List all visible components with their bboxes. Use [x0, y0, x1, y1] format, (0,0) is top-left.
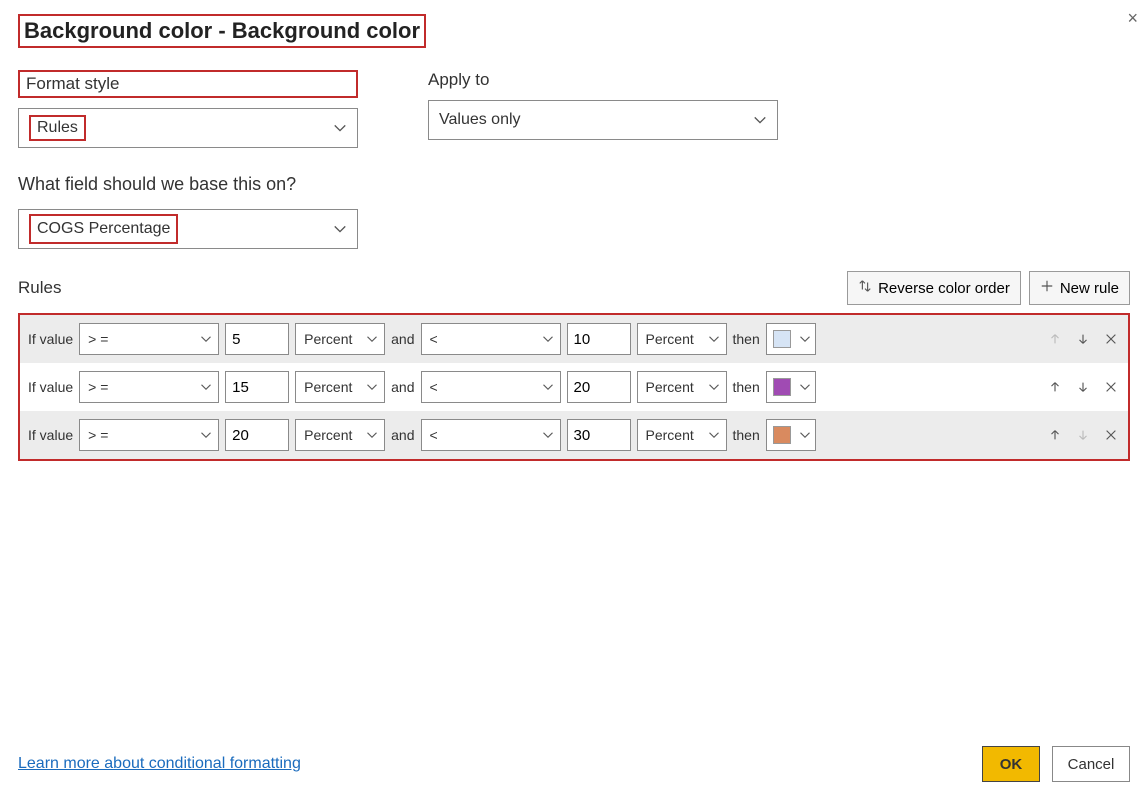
learn-more-link[interactable]: Learn more about conditional formatting [18, 755, 301, 773]
operator2-select[interactable]: < [421, 371, 561, 403]
chevron-down-icon [799, 429, 811, 441]
chevron-down-icon [333, 121, 347, 135]
chevron-down-icon [200, 333, 212, 345]
reverse-color-order-button[interactable]: Reverse color order [847, 271, 1021, 305]
operator2-value: < [430, 379, 438, 395]
color-select[interactable] [766, 419, 816, 451]
dialog-title: Background color - Background color [18, 14, 426, 48]
chevron-down-icon [200, 381, 212, 393]
operator1-value: > = [88, 427, 108, 443]
base-field-label: What field should we base this on? [18, 174, 1130, 195]
move-down-icon [1074, 426, 1092, 444]
then-label: then [733, 331, 760, 347]
format-style-select[interactable]: Rules [18, 108, 358, 148]
and-label: and [391, 427, 414, 443]
then-label: then [733, 427, 760, 443]
operator1-value: > = [88, 379, 108, 395]
rule-row: If value > = Percent and < Percent then [20, 315, 1128, 363]
color-select[interactable] [766, 371, 816, 403]
unit1-value: Percent [304, 379, 352, 395]
move-up-icon[interactable] [1046, 426, 1064, 444]
swap-icon [858, 279, 872, 297]
unit1-value: Percent [304, 331, 352, 347]
chevron-down-icon [708, 381, 720, 393]
value1-input[interactable] [225, 371, 289, 403]
delete-rule-icon[interactable] [1102, 378, 1120, 396]
chevron-down-icon [708, 333, 720, 345]
chevron-down-icon [366, 381, 378, 393]
chevron-down-icon [542, 429, 554, 441]
if-value-label: If value [28, 427, 73, 443]
delete-rule-icon[interactable] [1102, 330, 1120, 348]
rules-list: If value> =Percentand<PercentthenIf valu… [18, 313, 1130, 461]
new-rule-button[interactable]: New rule [1029, 271, 1130, 305]
value1-input[interactable] [225, 419, 289, 451]
color-select[interactable] [766, 323, 816, 355]
dialog-footer: Learn more about conditional formatting … [18, 746, 1130, 782]
operator1-select[interactable]: > = [79, 371, 219, 403]
base-field-select[interactable]: COGS Percentage [18, 209, 358, 249]
move-up-icon[interactable] [1046, 378, 1064, 396]
color-swatch [773, 378, 791, 396]
cancel-button[interactable]: Cancel [1052, 746, 1130, 782]
chevron-down-icon [799, 381, 811, 393]
rule-row: If value > = Percent and < Percent then [20, 363, 1128, 411]
dialog-root: × Background color - Background color Fo… [0, 0, 1148, 461]
operator2-select[interactable]: < [421, 323, 561, 355]
unit2-value: Percent [646, 427, 694, 443]
chevron-down-icon [799, 333, 811, 345]
operator2-value: < [430, 427, 438, 443]
new-rule-label: New rule [1060, 280, 1119, 297]
operator1-select[interactable]: > = [79, 323, 219, 355]
and-label: and [391, 331, 414, 347]
if-value-label: If value [28, 331, 73, 347]
move-up-icon [1046, 330, 1064, 348]
apply-to-select[interactable]: Values only [428, 100, 778, 140]
value2-input[interactable] [567, 419, 631, 451]
operator1-value: > = [88, 331, 108, 347]
chevron-down-icon [708, 429, 720, 441]
apply-to-label: Apply to [428, 70, 778, 90]
chevron-down-icon [333, 222, 347, 236]
ok-button[interactable]: OK [982, 746, 1040, 782]
color-swatch [773, 426, 791, 444]
move-down-icon[interactable] [1074, 378, 1092, 396]
chevron-down-icon [542, 333, 554, 345]
rule-row: If value > = Percent and < Percent then [20, 411, 1128, 459]
unit2-value: Percent [646, 379, 694, 395]
unit1-select[interactable]: Percent [295, 323, 385, 355]
unit2-value: Percent [646, 331, 694, 347]
close-icon[interactable]: × [1123, 4, 1142, 33]
format-style-value: Rules [29, 115, 86, 141]
unit1-value: Percent [304, 427, 352, 443]
apply-to-value: Values only [439, 111, 521, 129]
operator1-select[interactable]: > = [79, 419, 219, 451]
value2-input[interactable] [567, 323, 631, 355]
rules-label: Rules [18, 278, 847, 298]
value1-input[interactable] [225, 323, 289, 355]
chevron-down-icon [200, 429, 212, 441]
delete-rule-icon[interactable] [1102, 426, 1120, 444]
unit1-select[interactable]: Percent [295, 419, 385, 451]
then-label: then [733, 379, 760, 395]
chevron-down-icon [753, 113, 767, 127]
operator2-select[interactable]: < [421, 419, 561, 451]
and-label: and [391, 379, 414, 395]
value2-input[interactable] [567, 371, 631, 403]
reverse-label: Reverse color order [878, 280, 1010, 297]
move-down-icon[interactable] [1074, 330, 1092, 348]
if-value-label: If value [28, 379, 73, 395]
operator2-value: < [430, 331, 438, 347]
chevron-down-icon [542, 381, 554, 393]
base-field-value: COGS Percentage [29, 214, 178, 244]
unit2-select[interactable]: Percent [637, 371, 727, 403]
color-swatch [773, 330, 791, 348]
plus-icon [1040, 279, 1054, 297]
unit1-select[interactable]: Percent [295, 371, 385, 403]
chevron-down-icon [366, 333, 378, 345]
unit2-select[interactable]: Percent [637, 323, 727, 355]
unit2-select[interactable]: Percent [637, 419, 727, 451]
chevron-down-icon [366, 429, 378, 441]
format-style-label: Format style [18, 70, 358, 98]
